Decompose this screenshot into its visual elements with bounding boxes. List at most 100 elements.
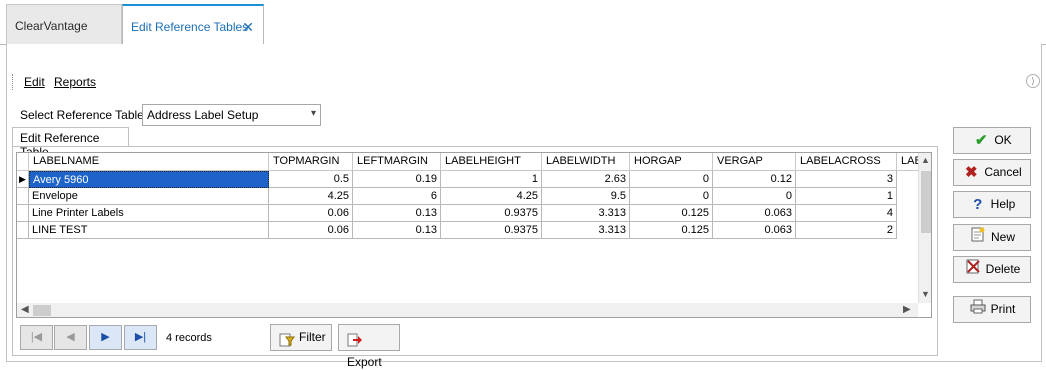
cancel-button[interactable]: ✖ Cancel	[953, 159, 1031, 186]
tab-edit-reference-tables[interactable]: Edit Reference Tables ✕	[122, 4, 264, 46]
help-button[interactable]: ? Help	[953, 191, 1031, 218]
menu-edit-label: Edit	[24, 75, 45, 89]
export-icon	[347, 331, 363, 347]
table-cell[interactable]: 1	[796, 188, 897, 205]
delete-label: Delete	[985, 262, 1021, 276]
table-cell[interactable]: 0	[630, 188, 713, 205]
column-header[interactable]: LAB	[897, 153, 919, 171]
next-record-button[interactable]: ▶	[89, 325, 122, 350]
column-header[interactable]: HORGAP	[630, 153, 713, 171]
table-cell[interactable]: 0	[713, 188, 796, 205]
tab-edit-reference-table[interactable]: Edit Reference Table	[12, 127, 129, 159]
table-cell[interactable]: Avery 5960	[29, 171, 269, 188]
chevron-down-icon: ▾	[310, 108, 316, 119]
table-cell[interactable]: 0.5	[269, 171, 353, 188]
table-cell[interactable]: 1	[441, 171, 542, 188]
table-cell[interactable]: 0.125	[630, 205, 713, 222]
table-cell[interactable]: 0.13	[353, 205, 441, 222]
collapse-icon[interactable]: ⟩	[1026, 74, 1040, 88]
column-header[interactable]: LABELACROSS	[796, 153, 897, 171]
row-indicator	[17, 188, 29, 205]
table-cell[interactable]: 0.063	[713, 222, 796, 239]
column-header[interactable]: LABELNAME	[29, 153, 269, 171]
menu-reports-label: Reports	[54, 75, 97, 89]
table-cell[interactable]: 6	[353, 188, 441, 205]
menu-edit[interactable]: Edit	[24, 75, 45, 89]
print-button[interactable]: Print	[953, 296, 1031, 323]
last-icon: ▶|	[134, 331, 147, 343]
ok-button[interactable]: ✔ OK	[953, 127, 1031, 154]
last-record-button[interactable]: ▶|	[124, 325, 157, 350]
table-row[interactable]: Envelope 4.25 6 4.25 9.5 0 0 1	[17, 188, 897, 205]
table-cell[interactable]: 2.63	[542, 171, 630, 188]
table-cell[interactable]: Line Printer Labels	[29, 205, 269, 222]
header-indicator	[17, 153, 29, 171]
help-label: Help	[990, 197, 1016, 211]
scroll-left-icon[interactable]: ◀	[21, 304, 29, 315]
first-icon: |◀	[30, 331, 43, 343]
column-header[interactable]: LABELWIDTH	[542, 153, 630, 171]
scroll-thumb[interactable]	[33, 305, 51, 316]
table-cell[interactable]: 9.5	[542, 188, 630, 205]
table-cell[interactable]: 2	[796, 222, 897, 239]
close-icon[interactable]: ✕	[242, 6, 254, 48]
checkmark-icon: ✔	[975, 132, 988, 150]
new-button[interactable]: New	[953, 224, 1031, 251]
row-indicator-icon: ▶	[17, 171, 29, 188]
column-header[interactable]: VERGAP	[713, 153, 796, 171]
column-header[interactable]: TOPMARGIN	[269, 153, 353, 171]
menu-reports[interactable]: Reports	[54, 75, 96, 89]
print-label: Print	[990, 302, 1016, 316]
export-label: Export	[347, 355, 382, 369]
tab-clearvantage-online[interactable]: ClearVantage Online	[6, 4, 122, 75]
table-cell[interactable]: 3	[796, 171, 897, 188]
table-cell[interactable]: 4.25	[269, 188, 353, 205]
table-cell[interactable]: 0.9375	[441, 205, 542, 222]
table-cell[interactable]: Envelope	[29, 188, 269, 205]
table-cell[interactable]: 0.06	[269, 205, 353, 222]
scroll-right-icon[interactable]: ▶	[903, 304, 911, 315]
table-row[interactable]: ▶ Avery 5960 0.5 0.19 1 2.63 0 0.12 3	[17, 171, 897, 188]
prev-icon: ◀	[66, 331, 75, 343]
first-record-button[interactable]: |◀	[20, 325, 53, 350]
table-row[interactable]: Line Printer Labels 0.06 0.13 0.9375 3.3…	[17, 205, 897, 222]
table-cell[interactable]: 0.19	[353, 171, 441, 188]
data-grid[interactable]: LABELNAME TOPMARGIN LEFTMARGIN LABELHEIG…	[16, 152, 932, 318]
record-count: 4 records	[166, 332, 212, 344]
cancel-x-icon: ✖	[965, 164, 978, 182]
table-cell[interactable]: LINE TEST	[29, 222, 269, 239]
table-cell[interactable]: 0.063	[713, 205, 796, 222]
new-label: New	[990, 230, 1015, 244]
row-indicator	[17, 222, 29, 239]
table-cell[interactable]: 0.06	[269, 222, 353, 239]
scroll-thumb[interactable]	[921, 171, 931, 233]
vertical-scrollbar[interactable]: ▲ ▼	[918, 153, 931, 303]
column-header[interactable]: LEFTMARGIN	[353, 153, 441, 171]
table-cell[interactable]: 3.313	[542, 205, 630, 222]
printer-icon	[969, 297, 987, 322]
table-cell[interactable]: 0.125	[630, 222, 713, 239]
scroll-up-icon[interactable]: ▲	[921, 155, 930, 165]
table-cell[interactable]: 0.9375	[441, 222, 542, 239]
filter-button[interactable]: Filter	[270, 324, 332, 351]
table-cell[interactable]: 4.25	[441, 188, 542, 205]
table-cell[interactable]: 4	[796, 205, 897, 222]
table-cell[interactable]: 0.12	[713, 171, 796, 188]
menu-grip-icon	[12, 74, 14, 90]
table-cell[interactable]: 3.313	[542, 222, 630, 239]
table-cell[interactable]: 0	[630, 171, 713, 188]
reference-table-select[interactable]: Address Label Setup ▾	[142, 104, 321, 126]
new-document-icon	[969, 225, 987, 250]
export-button[interactable]: Export	[338, 324, 400, 369]
column-header[interactable]: LABELHEIGHT	[441, 153, 542, 171]
tab-strip: ClearVantage Online Edit Reference Table…	[0, 0, 1046, 75]
table-row[interactable]: LINE TEST 0.06 0.13 0.9375 3.313 0.125 0…	[17, 222, 897, 239]
table-cell[interactable]: 0.13	[353, 222, 441, 239]
prev-record-button[interactable]: ◀	[54, 325, 87, 350]
horizontal-scrollbar[interactable]: ◀ ▶	[17, 303, 918, 317]
scroll-down-icon[interactable]: ▼	[921, 289, 930, 299]
select-value: Address Label Setup	[147, 108, 259, 122]
delete-button[interactable]: Delete	[953, 256, 1031, 283]
row-indicator	[17, 205, 29, 222]
delete-document-icon	[964, 257, 982, 282]
